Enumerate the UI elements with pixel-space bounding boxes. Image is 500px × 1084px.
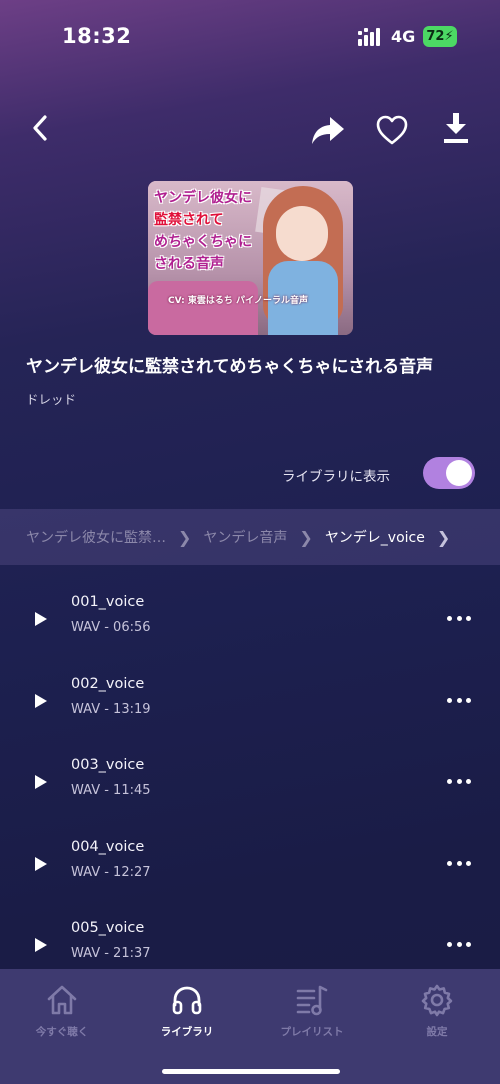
cover-text-line: 監禁されて: [154, 212, 224, 228]
more-icon[interactable]: [447, 608, 471, 628]
track-name: 002_voice: [71, 676, 145, 692]
breadcrumb-item-current[interactable]: ヤンデレ_voice: [325, 527, 425, 547]
track-row[interactable]: 002_voice WAV - 13:19: [0, 676, 500, 746]
track-name: 003_voice: [71, 757, 145, 773]
download-icon: [444, 113, 468, 143]
play-icon[interactable]: [34, 856, 48, 872]
track-meta: WAV - 12:27: [71, 865, 151, 880]
track-meta: WAV - 11:45: [71, 783, 151, 798]
tab-label: 今すぐ聴く: [35, 1026, 89, 1038]
track-name: 005_voice: [71, 920, 145, 936]
battery-level: 72: [426, 29, 445, 44]
chevron-right-icon: ❯: [436, 527, 451, 547]
heart-icon: [376, 115, 408, 145]
breadcrumb-item[interactable]: ヤンデレ音声: [203, 527, 287, 547]
play-icon[interactable]: [34, 693, 48, 709]
breadcrumb: ヤンデレ彼女に監禁… ❯ ヤンデレ音声 ❯ ヤンデレ_voice ❯: [0, 509, 500, 565]
cover-text-line: される音声: [154, 256, 224, 272]
library-toggle-label: ライブラリに表示: [282, 469, 390, 485]
track-row[interactable]: 001_voice WAV - 06:56: [0, 594, 500, 664]
tab-bar: 今すぐ聴く ライブラリ プレイリスト 設定: [0, 969, 500, 1084]
gear-icon: [421, 984, 453, 1017]
network-type: 4G: [391, 27, 416, 46]
signal-icon: [358, 28, 380, 46]
playlist-icon: [296, 985, 328, 1016]
chevron-left-icon: [33, 115, 47, 141]
share-button[interactable]: [308, 110, 348, 150]
tab-library[interactable]: ライブラリ: [137, 983, 237, 1043]
breadcrumb-item[interactable]: ヤンデレ彼女に監禁…: [26, 527, 166, 547]
status-bar: 18:32 4G 72 ⚡: [0, 0, 500, 70]
track-row[interactable]: 004_voice WAV - 12:27: [0, 839, 500, 909]
download-button[interactable]: [436, 108, 476, 148]
favorite-button[interactable]: [372, 110, 412, 150]
track-name: 004_voice: [71, 839, 145, 855]
toggle-knob: [446, 460, 472, 486]
album-cover: ヤンデレ彼女に 監禁されて めちゃくちゃに される音声 CV: 東雲はるち パイ…: [148, 181, 353, 335]
chevron-right-icon: ❯: [299, 527, 313, 547]
album-title: ヤンデレ彼女に監禁されてめちゃくちゃにされる音声: [26, 357, 434, 377]
more-icon[interactable]: [447, 771, 471, 791]
tab-playlist[interactable]: プレイリスト: [262, 983, 362, 1043]
cover-text-line: めちゃくちゃに: [154, 234, 252, 250]
headphones-icon: [172, 986, 202, 1015]
tab-label: プレイリスト: [280, 1026, 344, 1038]
play-icon[interactable]: [34, 611, 48, 627]
chevron-right-icon: ❯: [178, 527, 192, 547]
cover-text-line: ヤンデレ彼女に: [154, 190, 252, 206]
tab-settings[interactable]: 設定: [387, 983, 487, 1043]
track-meta: WAV - 06:56: [71, 620, 151, 635]
home-indicator: [162, 1069, 340, 1074]
status-time: 18:32: [62, 24, 132, 48]
track-name: 001_voice: [71, 594, 145, 610]
track-meta: WAV - 13:19: [71, 702, 151, 717]
play-icon[interactable]: [34, 937, 48, 953]
library-toggle[interactable]: [423, 457, 475, 489]
battery-icon: 72 ⚡: [423, 26, 457, 47]
tab-label: 設定: [426, 1026, 448, 1038]
tab-label: ライブラリ: [160, 1026, 214, 1038]
more-icon[interactable]: [447, 934, 471, 954]
track-meta: WAV - 21:37: [71, 946, 151, 961]
back-button[interactable]: [22, 110, 58, 146]
more-icon[interactable]: [447, 690, 471, 710]
tab-listen-now[interactable]: 今すぐ聴く: [12, 983, 112, 1043]
play-icon[interactable]: [34, 774, 48, 790]
cover-cv-text: CV: 東雲はるち パイノーラル音声: [168, 296, 309, 306]
more-icon[interactable]: [447, 853, 471, 873]
album-artist: ドレッド: [26, 392, 77, 407]
home-icon: [47, 985, 77, 1015]
share-icon: [312, 117, 344, 144]
track-row[interactable]: 003_voice WAV - 11:45: [0, 757, 500, 827]
